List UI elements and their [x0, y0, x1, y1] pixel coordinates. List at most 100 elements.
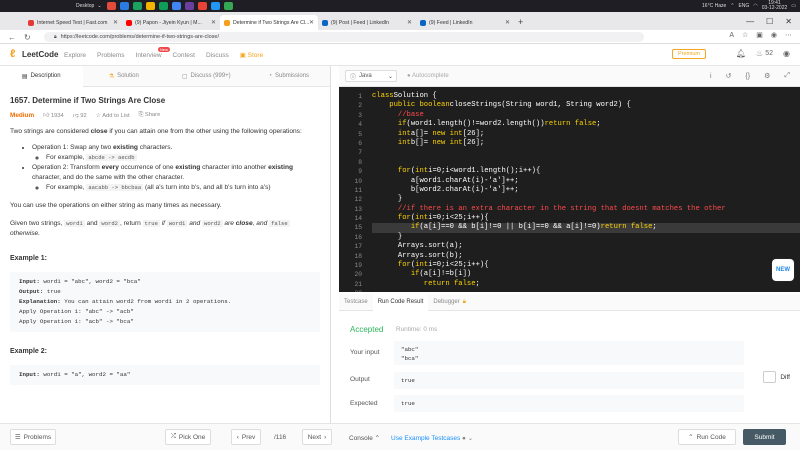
run-code-button[interactable]: ⌃ Run Code	[678, 429, 736, 445]
close-tab-icon[interactable]: ✕	[505, 19, 510, 26]
taskbar-app-icon[interactable]	[210, 2, 220, 10]
taskbar-app-icon[interactable]	[119, 2, 129, 10]
pick-one-button[interactable]: ⤮ Pick One	[165, 429, 211, 445]
page-indicator[interactable]: /116	[274, 434, 286, 441]
tab-discuss[interactable]: ▢ Discuss (999+)	[165, 66, 248, 87]
code-line[interactable]: if(word1.length()!=word2.length())return…	[372, 120, 800, 129]
braces-icon[interactable]: {}	[745, 73, 750, 80]
code-line[interactable]: for(inti=0;i<25;i++){	[372, 214, 800, 223]
code-line[interactable]: if(a[i]!=b[i])	[372, 270, 800, 279]
read-aloud-icon[interactable]: A	[729, 32, 734, 39]
close-tab-icon[interactable]: ✕	[113, 19, 118, 26]
info-icon[interactable]: i	[710, 73, 712, 80]
code-line[interactable]: public booleancloseStrings(String word1,…	[372, 101, 800, 110]
new-feature-button[interactable]: NEW	[772, 259, 794, 281]
nav-interview[interactable]: Interview	[136, 52, 162, 59]
code-line[interactable]: Arrays.sort(b);	[372, 252, 800, 261]
code-line[interactable]	[372, 158, 800, 167]
code-line[interactable]: for(inti=0;i<word1.length();i++){	[372, 167, 800, 176]
settings-icon[interactable]: ⚙	[764, 72, 770, 80]
taskbar-app-icon[interactable]	[145, 2, 155, 10]
tab-debugger[interactable]: Debugger 🔒︎	[428, 294, 471, 311]
code-line[interactable]	[372, 148, 800, 157]
leetcode-logo[interactable]: ℓ LeetCode	[10, 49, 58, 60]
close-window-icon[interactable]: ✕	[785, 17, 792, 26]
maximize-icon[interactable]: ☐	[766, 17, 773, 26]
share-button[interactable]: ⎘ Share	[139, 112, 161, 119]
language-select[interactable]: ⓘ Java ⌄	[345, 70, 397, 82]
minimize-icon[interactable]: —	[746, 17, 754, 26]
taskbar-app-icon[interactable]	[106, 2, 116, 10]
taskbar-app-icon[interactable]	[184, 2, 194, 10]
tray-chevron-icon[interactable]: ⌃	[730, 3, 734, 9]
taskbar-app-icon[interactable]	[158, 2, 168, 10]
browser-tab[interactable]: (9) Papon - Jiyein Kyun | M... ✕	[122, 15, 220, 30]
code-line[interactable]: //if there is an extra character in the …	[372, 205, 800, 214]
favorite-star-icon[interactable]: ☆	[742, 31, 748, 39]
code-line[interactable]: classSolution {	[372, 92, 800, 101]
url-field[interactable]: 🔒︎ https://leetcode.com/problems/determi…	[44, 32, 644, 42]
autocomplete-toggle[interactable]: ● Autocomplete	[407, 73, 449, 79]
dislike-button[interactable]: 👎︎ 92	[73, 112, 87, 119]
clock[interactable]: 19:41 03-12-2022	[762, 1, 788, 11]
back-icon[interactable]: ←	[8, 33, 16, 42]
code-line[interactable]: b[word2.charAt(i)-'a']++;	[372, 186, 800, 195]
code-line[interactable]: return false;	[372, 280, 800, 289]
browser-tab[interactable]: Determine if Two Strings Are Cl... ✕	[220, 15, 318, 30]
code-line[interactable]	[372, 289, 800, 292]
collections-icon[interactable]: ▣	[756, 31, 763, 39]
nav-contest[interactable]: Contest	[173, 52, 195, 59]
language-indicator[interactable]: ENG	[738, 3, 749, 9]
add-to-list-button[interactable]: ☆ Add to List	[96, 113, 130, 119]
coins[interactable]: ♨ 52	[756, 49, 773, 58]
more-icon[interactable]: ⋯	[785, 31, 792, 39]
refresh-icon[interactable]: ↻	[24, 33, 31, 42]
browser-tab[interactable]: Internet Speed Test | Fast.com ✕	[24, 15, 122, 30]
code-editor[interactable]: 12345678910111213141516171819202122 clas…	[339, 87, 800, 292]
taskbar-app-icon[interactable]	[171, 2, 181, 10]
tab-description[interactable]: ▤ Description	[0, 66, 83, 87]
tab-run-code-result[interactable]: Run Code Result	[372, 293, 429, 311]
taskbar-app-icon[interactable]	[223, 2, 233, 10]
diff-toggle[interactable]: Diff	[763, 371, 790, 383]
fullscreen-icon[interactable]: ⤢	[784, 72, 790, 80]
nav-explore[interactable]: Explore	[64, 52, 86, 59]
browser-tab[interactable]: (9) Post | Feed | LinkedIn ✕	[318, 15, 416, 30]
tab-testcase[interactable]: Testcase	[339, 294, 373, 311]
wifi-icon[interactable]: ◠	[753, 3, 757, 9]
taskbar-app-icon[interactable]	[197, 2, 207, 10]
code-line[interactable]: for(inti=0;i<25;i++){	[372, 261, 800, 270]
like-button[interactable]: 👍︎ 1934	[43, 112, 64, 119]
next-button[interactable]: Next ›	[302, 429, 332, 445]
code-line[interactable]: }	[372, 195, 800, 204]
code-line[interactable]: //base	[372, 111, 800, 120]
nav-problems[interactable]: Problems	[97, 52, 124, 59]
bell-icon[interactable]: 🔔︎	[736, 49, 746, 58]
submit-button[interactable]: Submit	[743, 429, 786, 445]
code-line[interactable]: Arrays.sort(a);	[372, 242, 800, 251]
taskbar-app-icon[interactable]	[132, 2, 142, 10]
notification-icon[interactable]: ▭	[791, 3, 796, 9]
code-line[interactable]: inta[]= new int[26];	[372, 130, 800, 139]
browser-tab[interactable]: (9) Feed | LinkedIn ✕	[416, 15, 514, 30]
profile-icon[interactable]: ◉	[771, 31, 777, 39]
console-toggle[interactable]: Console ⌃	[349, 434, 380, 442]
tab-submissions[interactable]: ◔ Submissions	[248, 66, 331, 87]
problems-button[interactable]: ☰ Problems	[10, 429, 56, 445]
code-lines[interactable]: classSolution { public booleancloseStrin…	[372, 92, 800, 292]
tab-solution[interactable]: ⚗ Solution	[83, 66, 166, 87]
prev-button[interactable]: ‹ Prev	[231, 429, 261, 445]
code-line[interactable]: intb[]= new int[26];	[372, 139, 800, 148]
close-tab-icon[interactable]: ✕	[211, 19, 216, 26]
code-line[interactable]: a[word1.charAt(i)-'a']++;	[372, 177, 800, 186]
desktop-label[interactable]: Desktop	[76, 3, 94, 9]
diff-switch[interactable]	[763, 371, 777, 383]
close-tab-icon[interactable]: ✕	[407, 19, 412, 26]
reset-icon[interactable]: ↺	[726, 72, 732, 80]
close-tab-icon[interactable]: ✕	[309, 19, 314, 26]
code-line[interactable]: if(a[i]==0 && b[i]!=0 || b[i]==0 && a[i]…	[372, 223, 800, 233]
code-line[interactable]: }	[372, 233, 800, 242]
premium-button[interactable]: Premium	[671, 49, 706, 59]
new-tab-icon[interactable]: +	[518, 17, 523, 27]
use-example-testcases-link[interactable]: Use Example Testcases ● ⌄	[391, 434, 473, 442]
